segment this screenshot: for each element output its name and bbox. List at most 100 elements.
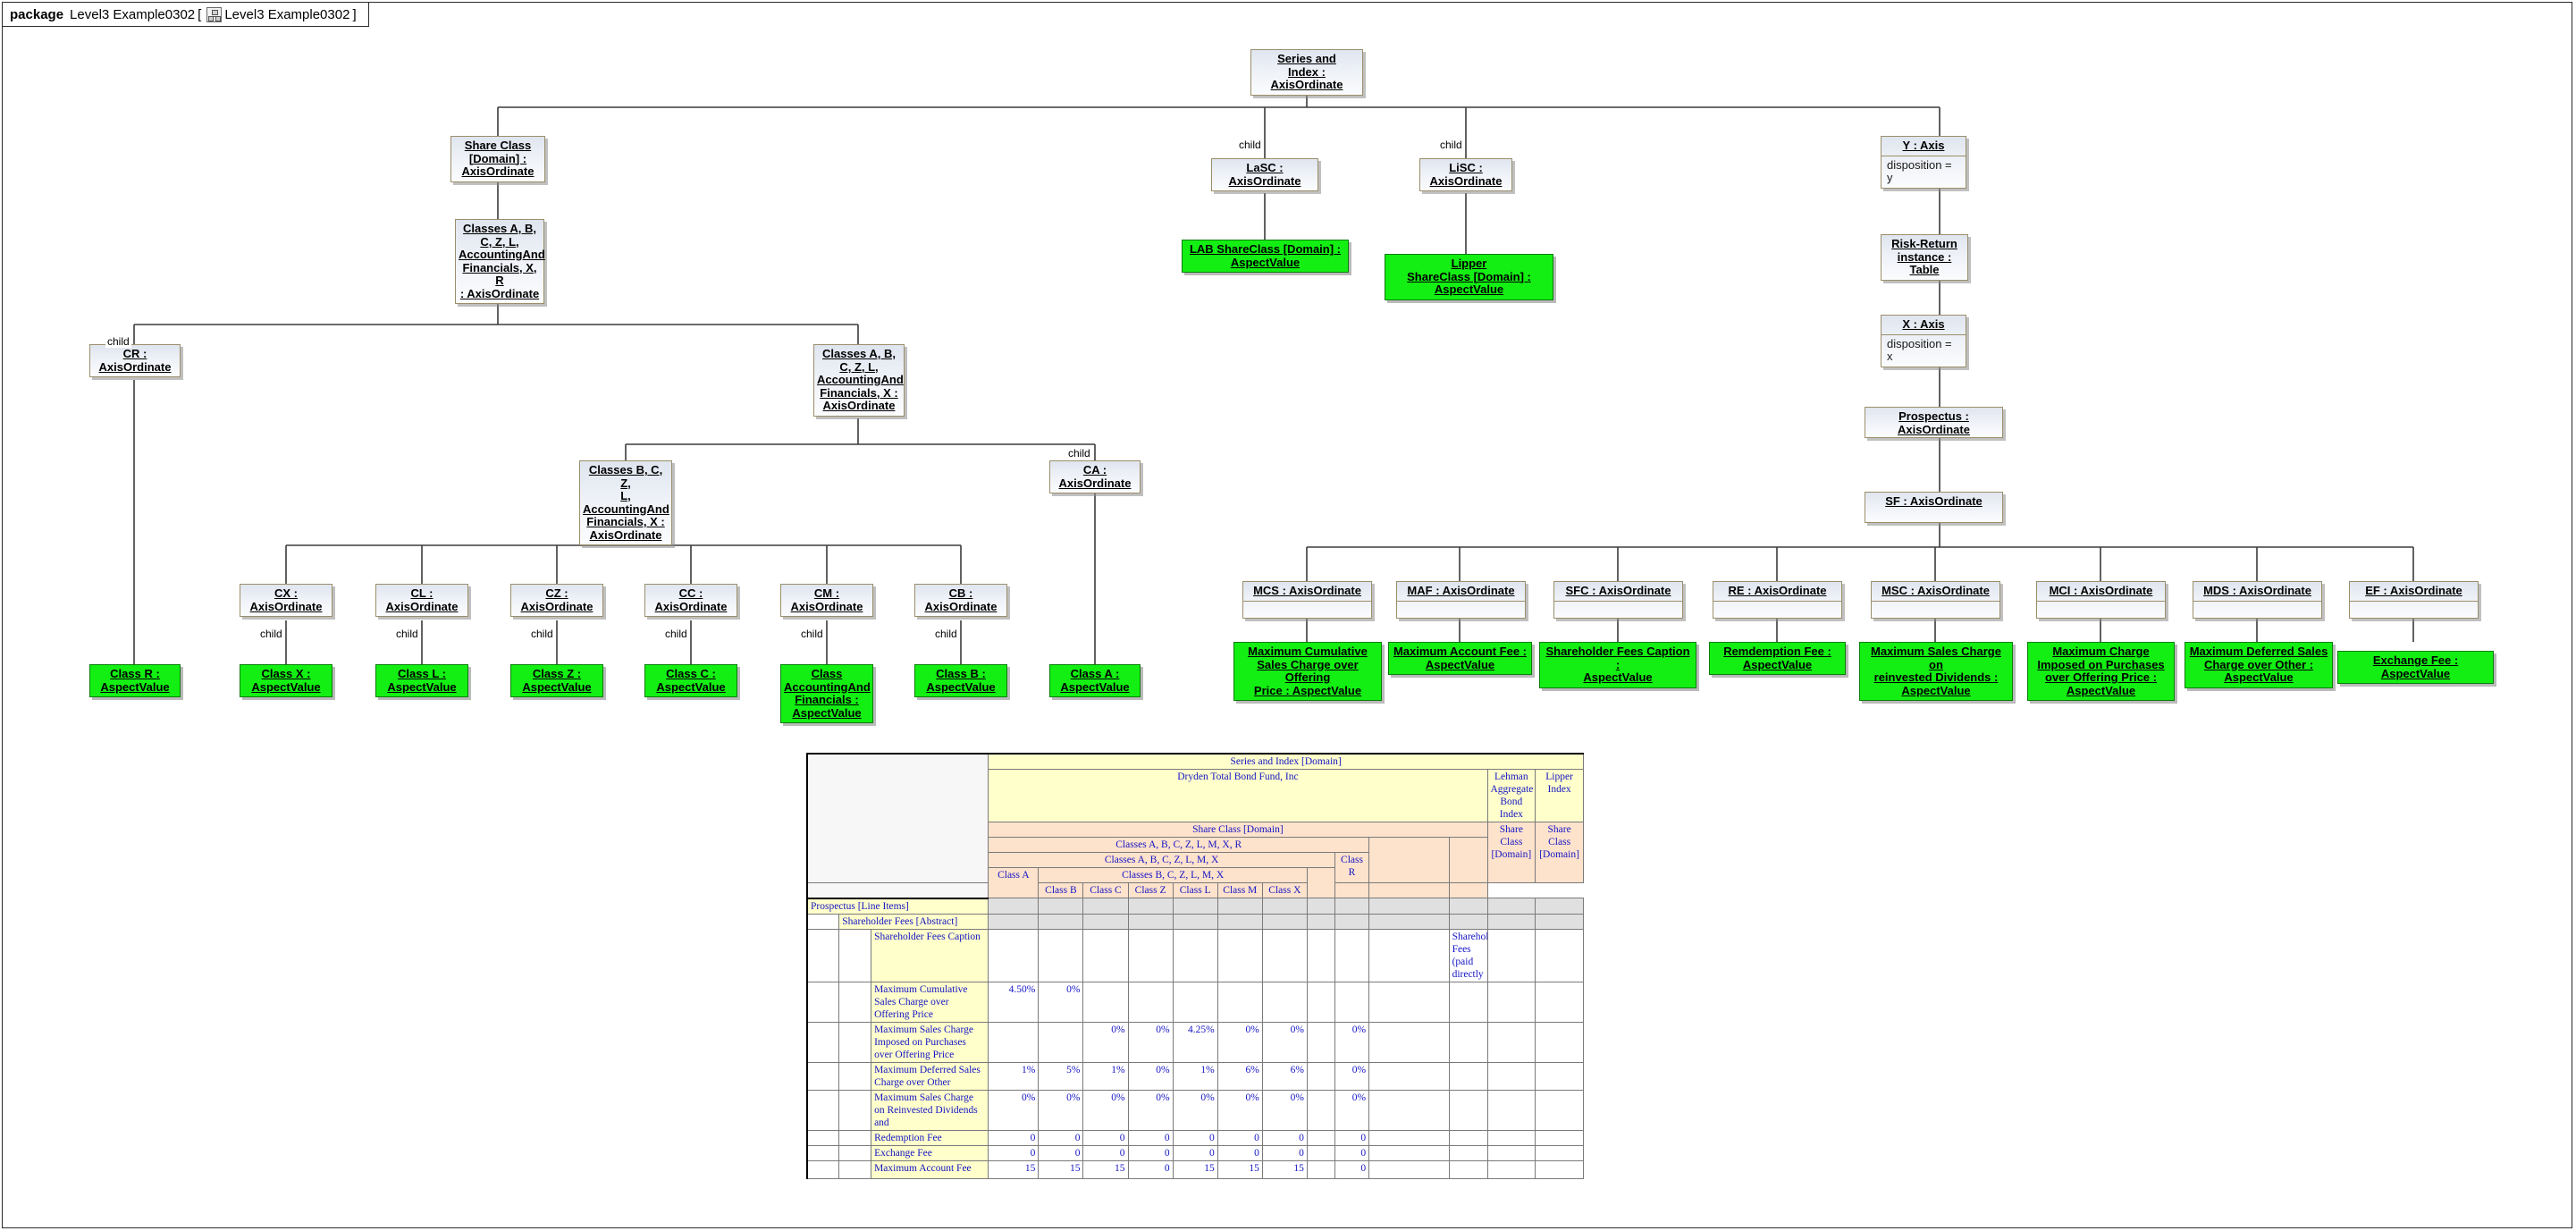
table-cell[interactable]	[988, 898, 1040, 915]
table-cell[interactable]	[988, 913, 1040, 930]
table-cell[interactable]: 0%	[1082, 1021, 1129, 1063]
table-cell[interactable]	[1535, 1144, 1584, 1161]
node-max-account-fee-value[interactable]: Maximum Account Fee : AspectValue	[1388, 642, 1532, 676]
table-cell[interactable]	[1535, 1129, 1584, 1146]
table-row[interactable]: Maximum Sales Charge Imposed on Purchase…	[806, 1021, 1584, 1063]
table-cell[interactable]	[1486, 1061, 1536, 1091]
table-cell[interactable]: 0	[988, 1129, 1040, 1146]
table-cell[interactable]: Shareholder Fees (paid directly	[1448, 928, 1488, 982]
table-cell[interactable]: 0%	[1334, 1061, 1370, 1091]
table-cell[interactable]: 0	[1216, 1144, 1263, 1161]
table-cell[interactable]	[1448, 1159, 1488, 1179]
table-row[interactable]: Prospectus [Line Items]	[806, 898, 1584, 915]
table-cell[interactable]	[1216, 913, 1263, 930]
table-cell[interactable]: 4.50%	[988, 981, 1040, 1023]
risk-return-instance-table[interactable]: Series and Index [Domain] Dryden Total B…	[806, 753, 1584, 1179]
table-cell[interactable]: 0%	[1127, 1061, 1174, 1091]
node-cr[interactable]: CR : AxisOrdinate	[89, 344, 181, 378]
table-row[interactable]: Shareholder Fees [Abstract]	[806, 913, 1584, 930]
table-cell[interactable]	[1038, 898, 1084, 915]
table-cell[interactable]: 0	[1261, 1129, 1308, 1146]
node-class-l-value[interactable]: Class L : AspectValue	[375, 664, 468, 698]
node-classes-abczl-x[interactable]: Classes A, B, C, Z, L, AccountingAnd Fin…	[813, 344, 905, 417]
node-redemption-fee-value[interactable]: Remdemption Fee : AspectValue	[1709, 642, 1846, 676]
table-cell[interactable]	[1334, 928, 1370, 982]
table-cell[interactable]	[1306, 928, 1335, 982]
table-cell[interactable]	[1306, 1159, 1335, 1179]
table-cell[interactable]	[1216, 981, 1263, 1023]
table-cell[interactable]	[1448, 1089, 1488, 1131]
table-cell[interactable]: 6%	[1216, 1061, 1263, 1091]
table-cell[interactable]	[1261, 898, 1308, 915]
table-cell[interactable]	[1261, 928, 1308, 982]
table-cell[interactable]	[1306, 981, 1335, 1023]
table-cell[interactable]: 0	[1172, 1129, 1218, 1146]
node-class-x-value[interactable]: Class X : AspectValue	[240, 664, 333, 698]
table-cell[interactable]	[1448, 1129, 1488, 1146]
table-cell[interactable]	[1038, 1021, 1084, 1063]
node-lipper-shareclass-value[interactable]: Lipper ShareClass [Domain] : AspectValue	[1385, 254, 1553, 300]
table-cell[interactable]: 0	[1082, 1144, 1129, 1161]
node-risk-return-instance[interactable]: Risk-Return instance : Table	[1881, 234, 1968, 281]
table-cell[interactable]: 15	[1172, 1159, 1218, 1179]
table-cell[interactable]: 0%	[1334, 1089, 1370, 1131]
table-cell[interactable]: 5%	[1038, 1061, 1084, 1091]
table-row[interactable]: Maximum Cumulative Sales Charge over Off…	[806, 981, 1584, 1023]
node-maf[interactable]: MAF : AxisOrdinate	[1396, 581, 1526, 619]
node-sfc[interactable]: SFC : AxisOrdinate	[1553, 581, 1683, 619]
table-cell[interactable]: 0	[988, 1144, 1040, 1161]
node-mds[interactable]: MDS : AxisOrdinate	[2193, 581, 2322, 619]
table-cell[interactable]: 1%	[1082, 1061, 1129, 1091]
table-cell[interactable]: 0	[1127, 1159, 1174, 1179]
table-cell[interactable]	[1535, 1159, 1584, 1179]
table-cell[interactable]: 0	[1038, 1129, 1084, 1146]
table-cell[interactable]: 0%	[1334, 1021, 1370, 1063]
table-cell[interactable]	[1535, 928, 1584, 982]
node-cz[interactable]: CZ : AxisOrdinate	[510, 584, 603, 618]
table-cell[interactable]	[988, 1021, 1040, 1063]
table-cell[interactable]	[1082, 913, 1129, 930]
node-lab-shareclass-value[interactable]: LAB ShareClass [Domain] : AspectValue	[1182, 240, 1349, 274]
table-cell[interactable]: 0%	[1216, 1089, 1263, 1131]
table-cell[interactable]: 0%	[1261, 1021, 1308, 1063]
table-cell[interactable]: 15	[1082, 1159, 1129, 1179]
table-cell[interactable]	[1448, 1061, 1488, 1091]
node-share-class-domain[interactable]: Share Class [Domain] : AxisOrdinate	[450, 136, 545, 182]
table-cell[interactable]: 0%	[1038, 981, 1084, 1023]
table-cell[interactable]	[1448, 898, 1488, 915]
table-cell[interactable]	[1038, 913, 1084, 930]
table-cell[interactable]	[1127, 913, 1174, 930]
table-cell[interactable]: 0%	[988, 1089, 1040, 1131]
table-cell[interactable]: 0%	[1261, 1089, 1308, 1131]
table-cell[interactable]: 15	[1038, 1159, 1084, 1179]
node-exchange-fee-value[interactable]: Exchange Fee : AspectValue	[2337, 651, 2494, 685]
table-row[interactable]: Maximum Sales Charge on Reinvested Divid…	[806, 1089, 1584, 1131]
table-cell[interactable]: 15	[988, 1159, 1040, 1179]
table-cell[interactable]	[1082, 981, 1129, 1023]
node-sf[interactable]: SF : AxisOrdinate	[1865, 492, 2003, 523]
table-cell[interactable]	[1334, 981, 1370, 1023]
table-cell[interactable]	[1486, 981, 1536, 1023]
table-cell[interactable]: 0	[1127, 1144, 1174, 1161]
table-cell[interactable]: 0%	[1127, 1021, 1174, 1063]
node-max-sales-charge-reinvested-value[interactable]: Maximum Sales Charge on reinvested Divid…	[1859, 642, 2013, 702]
table-cell[interactable]	[1486, 1129, 1536, 1146]
table-cell[interactable]: 0	[1334, 1129, 1370, 1146]
node-shareholder-fees-caption-value[interactable]: Shareholder Fees Caption : AspectValue	[1539, 642, 1696, 688]
table-row[interactable]: Exchange Fee 0 0 0 0 0 0 0 0	[806, 1144, 1584, 1161]
node-mci[interactable]: MCI : AxisOrdinate	[2036, 581, 2166, 619]
table-cell[interactable]: 0%	[1082, 1089, 1129, 1131]
table-cell[interactable]: 1%	[1172, 1061, 1218, 1091]
table-cell[interactable]: 6%	[1261, 1061, 1308, 1091]
table-cell[interactable]	[1216, 898, 1263, 915]
node-class-c-value[interactable]: Class C : AspectValue	[644, 664, 737, 698]
node-max-charge-imposed-purchases-value[interactable]: Maximum Charge Imposed on Purchases over…	[2027, 642, 2175, 702]
node-mcs[interactable]: MCS : AxisOrdinate	[1242, 581, 1372, 619]
node-classes-bczl-x[interactable]: Classes B, C, Z, L, AccountingAnd Financ…	[579, 460, 672, 546]
node-ef[interactable]: EF : AxisOrdinate	[2349, 581, 2479, 619]
table-cell[interactable]: 0	[1082, 1129, 1129, 1146]
table-cell[interactable]	[1448, 1144, 1488, 1161]
table-cell[interactable]	[1535, 898, 1584, 915]
table-cell[interactable]	[1306, 913, 1335, 930]
table-cell[interactable]: 0	[1334, 1159, 1370, 1179]
